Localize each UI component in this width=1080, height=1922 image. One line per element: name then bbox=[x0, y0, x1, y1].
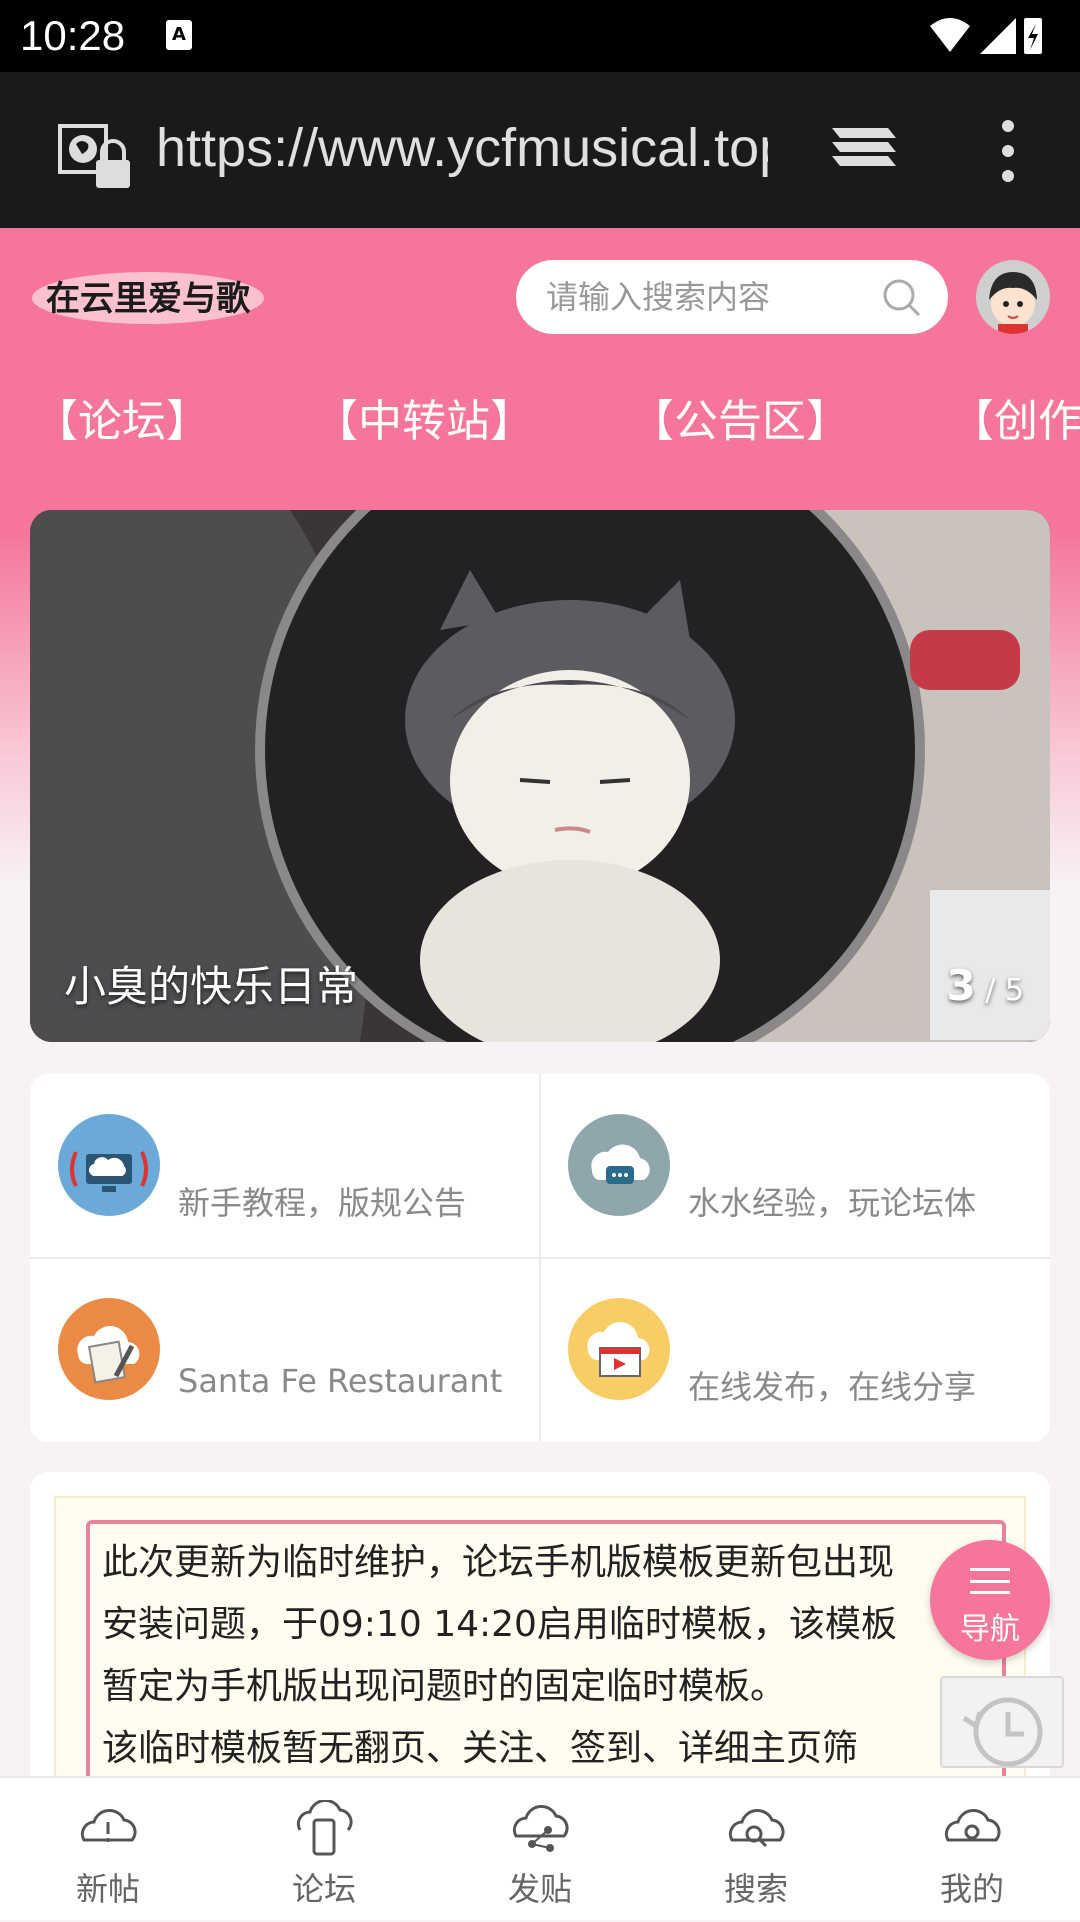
hamburger-icon bbox=[970, 1568, 1010, 1594]
bottom-nav-search[interactable]: 搜索 bbox=[648, 1778, 864, 1922]
navigation-fab[interactable]: 导航 bbox=[930, 1540, 1050, 1660]
bottom-nav-post[interactable]: 发贴 bbox=[432, 1778, 648, 1922]
category-item[interactable]: Santa Fe Restaurant bbox=[30, 1258, 540, 1442]
category-text: 水水经验，玩论坛体 bbox=[688, 1184, 977, 1222]
broadcast-tv-icon bbox=[58, 1114, 160, 1216]
search-icon[interactable] bbox=[882, 278, 922, 318]
signal-icon bbox=[980, 18, 1016, 54]
user-avatar[interactable] bbox=[976, 260, 1050, 334]
tab-forum[interactable]: 【论坛】 bbox=[34, 392, 210, 452]
browser-toolbar: https://www.ycfmusical.top bbox=[0, 72, 1080, 228]
tabs-icon[interactable] bbox=[826, 120, 900, 180]
bottom-nav-forum[interactable]: 论坛 bbox=[216, 1778, 432, 1922]
cloud-phone-icon bbox=[296, 1800, 353, 1856]
bottom-nav-label: 搜索 bbox=[723, 1870, 788, 1908]
site-logo[interactable]: 在云里爱与歌 bbox=[30, 262, 266, 332]
tab-announcements[interactable]: 【公告区】 bbox=[630, 392, 850, 452]
tab-creation[interactable]: 【创作 bbox=[950, 392, 1080, 452]
category-text: Santa Fe Restaurant bbox=[178, 1362, 503, 1400]
status-time: 10:28 bbox=[20, 12, 126, 59]
clock-history-icon bbox=[962, 1697, 1043, 1767]
cloud-alert-icon bbox=[80, 1809, 137, 1842]
document-edit-icon bbox=[58, 1298, 160, 1400]
bottom-nav-label: 论坛 bbox=[291, 1870, 356, 1908]
battery-icon bbox=[1024, 18, 1042, 54]
notice-body: 此次更新为临时维护，论坛手机版模板更新包出现 安装问题，于09:10 14:20… bbox=[102, 1532, 1002, 1780]
bottom-nav-label: 新帖 bbox=[75, 1870, 140, 1908]
notice-card[interactable]: 此次更新为临时维护，论坛手机版模板更新包出现 安装问题，于09:10 14:20… bbox=[30, 1472, 1050, 1812]
history-button[interactable] bbox=[940, 1676, 1064, 1768]
url-bar[interactable]: https://www.ycfmusical.top bbox=[156, 118, 768, 178]
site-security-icon[interactable] bbox=[56, 122, 134, 192]
chat-bubble-cloud-icon bbox=[568, 1114, 670, 1216]
category-item[interactable]: 水水经验，玩论坛体 bbox=[540, 1074, 1050, 1258]
search-box[interactable]: 请输入搜索内容 bbox=[516, 260, 948, 334]
bottom-nav-label: 我的 bbox=[939, 1870, 1004, 1908]
bottom-nav-new-posts[interactable]: 新帖 bbox=[0, 1778, 216, 1922]
category-grid: 新手教程，版规公告 水水经验，玩论坛体 Santa Fe Restaurant … bbox=[30, 1074, 1050, 1442]
category-text: 新手教程，版规公告 bbox=[178, 1184, 467, 1222]
search-input[interactable]: 请输入搜索内容 bbox=[546, 260, 770, 334]
cloud-share-icon bbox=[512, 1805, 569, 1852]
notice-line: 此次更新为临时维护，论坛手机版模板更新包出现 bbox=[102, 1542, 895, 1583]
banner-caption: 小臭的快乐日常 bbox=[64, 962, 359, 1011]
category-text: 在线发布，在线分享 bbox=[688, 1368, 977, 1406]
cloud-search-icon bbox=[728, 1809, 785, 1848]
banner-pager: 3 / 5 bbox=[946, 961, 1024, 1010]
category-item[interactable]: 在线发布，在线分享 bbox=[540, 1258, 1050, 1442]
logo-text: 在云里爱与歌 bbox=[46, 279, 251, 319]
notice-line: 暂定为手机版出现问题时的固定临时模板。 bbox=[102, 1666, 787, 1707]
more-menu-icon[interactable] bbox=[996, 118, 1020, 184]
video-player-icon bbox=[568, 1298, 670, 1400]
tab-transfer-station[interactable]: 【中转站】 bbox=[314, 392, 534, 452]
wifi-icon bbox=[930, 18, 970, 52]
notice-line: 安装问题，于09:10 14:20启用临时模板，该模板 bbox=[102, 1604, 897, 1645]
bottom-nav-label: 发贴 bbox=[507, 1870, 572, 1908]
bottom-nav-me[interactable]: 我的 bbox=[864, 1778, 1080, 1922]
bottom-navigation: 新帖 论坛 发贴 搜索 我的 bbox=[0, 1776, 1080, 1920]
banner-carousel[interactable]: 小臭的快乐日常 3 / 5 bbox=[30, 510, 1050, 1042]
cloud-user-icon bbox=[944, 1809, 1001, 1842]
notice-line: 该临时模板暂无翻页、关注、签到、详细主页筛 bbox=[102, 1728, 859, 1769]
navigation-fab-label: 导航 bbox=[960, 1612, 1020, 1647]
category-item[interactable]: 新手教程，版规公告 bbox=[30, 1074, 540, 1258]
notification-icon: A bbox=[166, 20, 192, 50]
status-bar: 10:28 A bbox=[0, 0, 1080, 72]
status-icons bbox=[930, 18, 1042, 54]
